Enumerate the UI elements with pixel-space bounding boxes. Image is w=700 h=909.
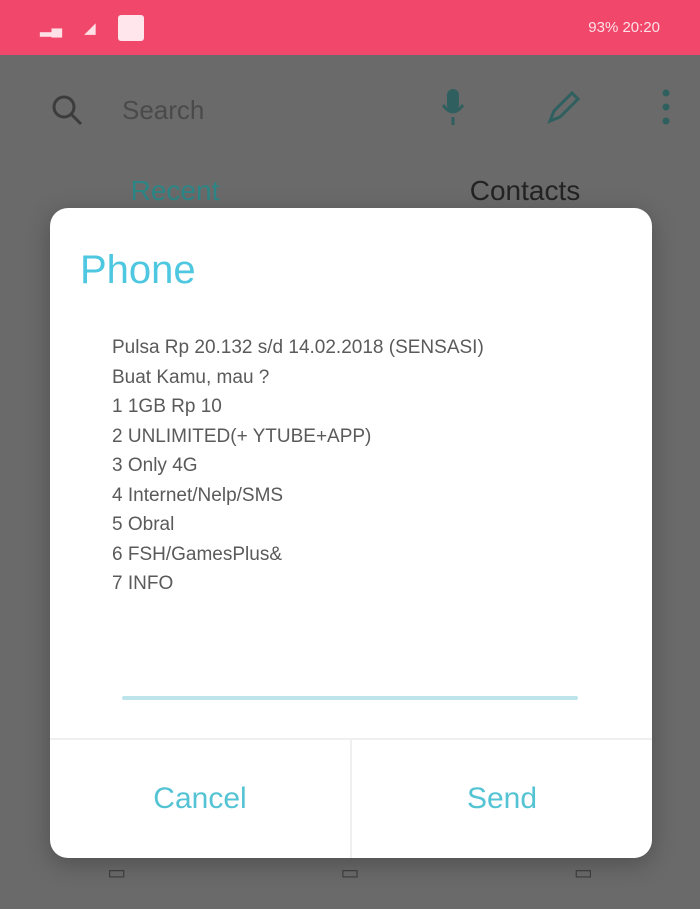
status-time: 93% 20:20	[588, 19, 660, 36]
message-line: 7 INFO	[112, 573, 174, 594]
wifi-icon: ◢	[84, 19, 96, 37]
send-button[interactable]: Send	[352, 740, 652, 858]
signal-icon: ▂▄	[40, 19, 63, 37]
edit-icon[interactable]	[546, 89, 582, 132]
bottom-item-2: ▭	[340, 862, 360, 884]
search-actions	[440, 87, 670, 134]
message-line: 3 Only 4G	[112, 455, 198, 476]
notification-icon	[117, 14, 144, 41]
bottom-bar: ▭ ▭ ▭	[0, 860, 700, 900]
mic-icon[interactable]	[440, 87, 466, 134]
search-bar[interactable]: Search	[50, 80, 670, 140]
message-line: Pulsa Rp 20.132 s/d 14.02.2018 (SENSASI)	[112, 337, 484, 358]
more-icon[interactable]	[662, 89, 670, 132]
search-input[interactable]: Search	[122, 95, 204, 126]
bottom-item-1: ▭	[107, 862, 127, 884]
status-right: 93% 20:20	[588, 19, 660, 36]
search-icon[interactable]	[50, 93, 84, 127]
dialog-message: Pulsa Rp 20.132 s/d 14.02.2018 (SENSASI)…	[112, 333, 592, 599]
message-line: 6 FSH/GamesPlus&	[112, 543, 282, 565]
cancel-button[interactable]: Cancel	[50, 740, 350, 858]
message-line: 4 Internet/Nelp/SMS	[112, 484, 284, 506]
status-bar: ▂▄ ◢ 93% 20:20	[0, 0, 700, 55]
message-line: 2 UNLIMITED(+ YTUBE+APP)	[112, 425, 372, 447]
reply-input[interactable]	[122, 696, 578, 700]
ussd-dialog: Phone Pulsa Rp 20.132 s/d 14.02.2018 (SE…	[50, 208, 652, 858]
message-line: 1 1GB Rp 10	[112, 396, 222, 417]
message-line: 5 Obral	[112, 514, 175, 535]
dialog-title: Phone	[80, 248, 196, 292]
message-line: Buat Kamu, mau ?	[112, 366, 270, 388]
status-left: ▂▄ ◢	[40, 14, 144, 41]
bottom-item-3: ▭	[573, 862, 593, 884]
